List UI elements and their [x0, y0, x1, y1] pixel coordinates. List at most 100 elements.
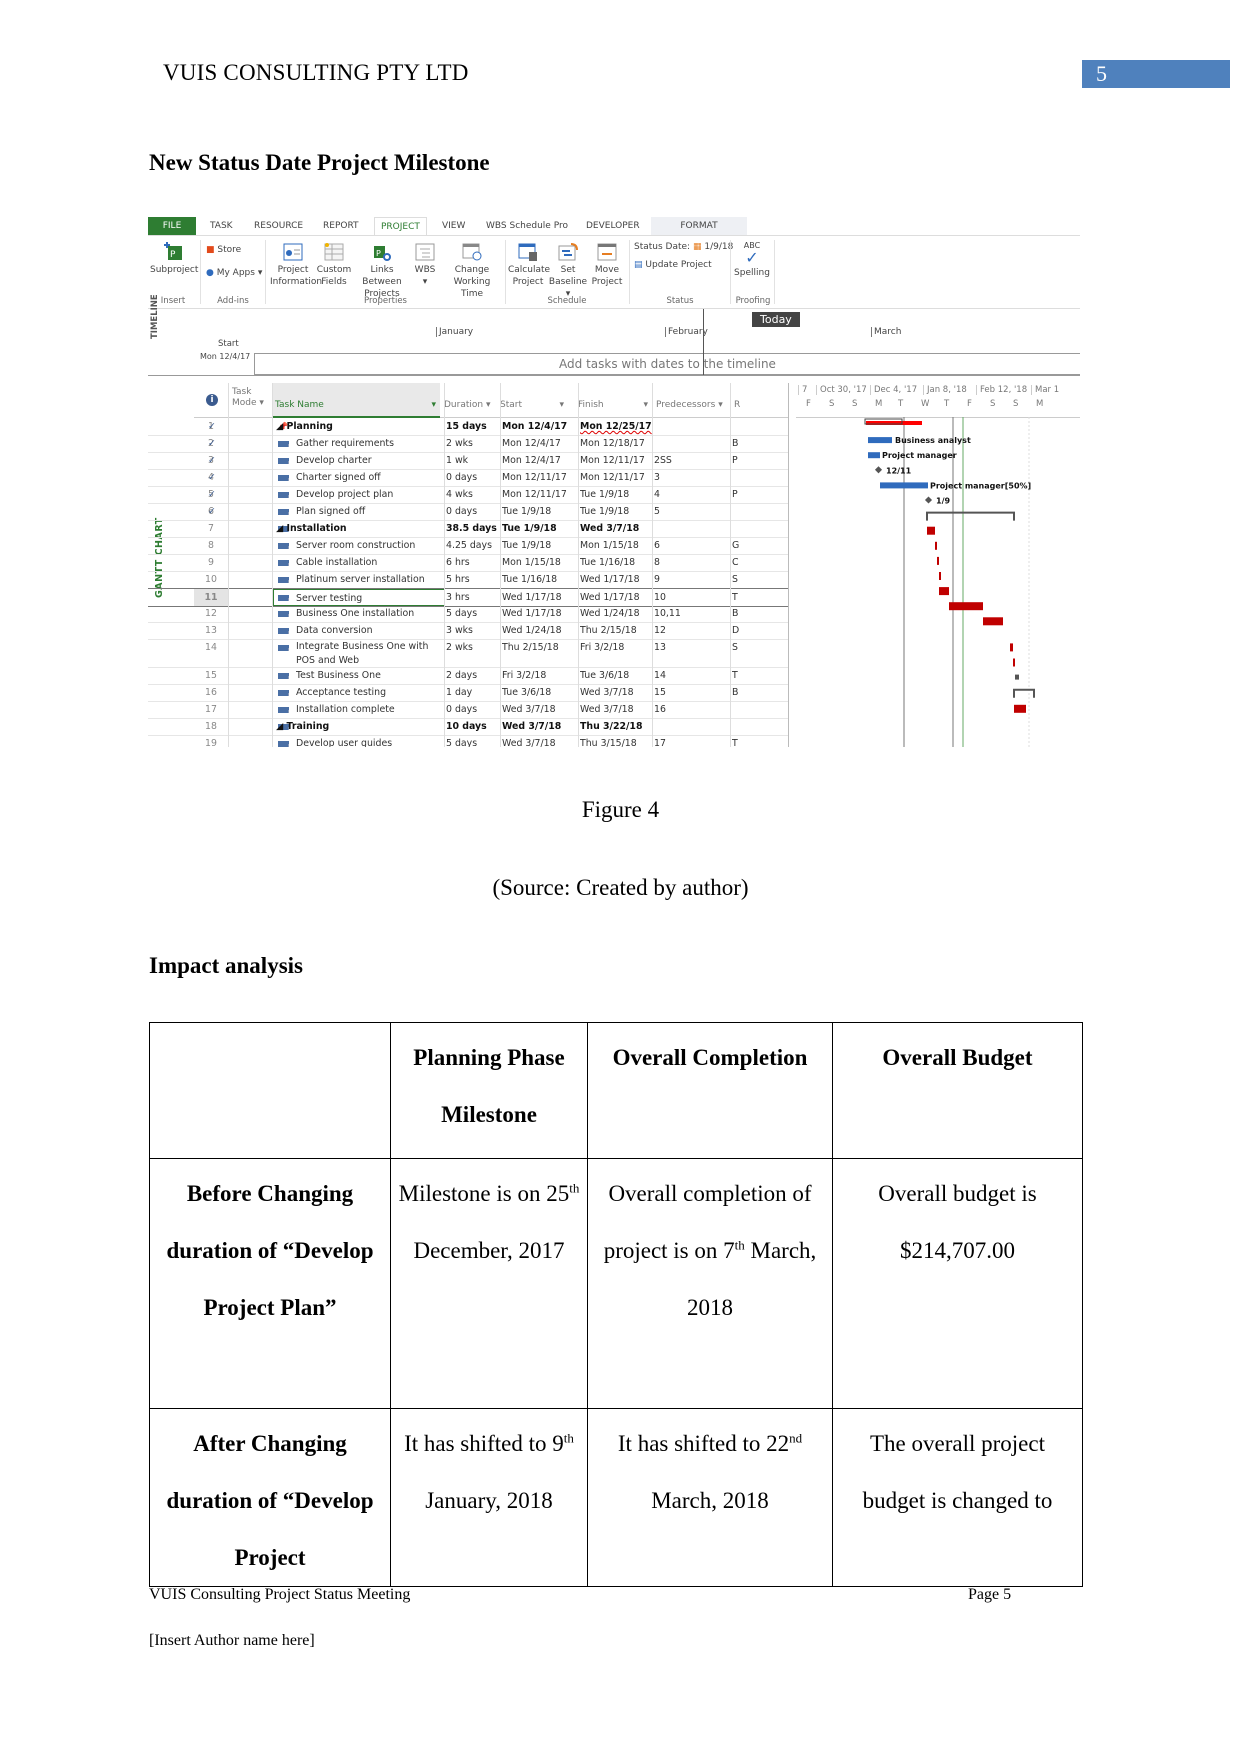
table-row[interactable]: 4 ✓ Charter signed off 0 days Mon 12/11/17 Mo… [148, 469, 788, 487]
col-resource[interactable]: R [734, 400, 740, 410]
task-finish: Wed 3/7/18 [580, 523, 640, 534]
table-row[interactable]: 19 Develop user guides 5 days Wed 3/7/18 Thu… [148, 735, 788, 747]
task-name: Data conversion [296, 625, 373, 636]
table-row[interactable]: 16 Acceptance testing 1 day Tue 3/6/18 Wed 3… [148, 684, 788, 702]
table-row: After Changing duration of “Develop Proj… [149, 1408, 1083, 1587]
task-duration: 2 wks [446, 438, 473, 449]
store-button[interactable]: ■ Store [206, 244, 241, 256]
col-task-name[interactable]: Task Name ▾ [272, 383, 440, 418]
task-duration: 15 days [446, 421, 487, 432]
table-row[interactable]: 14 Integrate Business One with POS and We… [148, 639, 788, 668]
task-duration: 5 days [446, 608, 478, 619]
timeline-placeholder[interactable]: Add tasks with dates to the timeline [254, 353, 1080, 375]
row-label-after: After Changing duration of “Develop Proj… [149, 1408, 391, 1587]
tab-developer[interactable]: DEVELOPER [586, 217, 640, 235]
row-number: 16 [205, 687, 217, 698]
budget-before: Overall budget is $214,707.00 [832, 1158, 1083, 1409]
col-task-mode[interactable]: Task Mode ▾ [232, 387, 264, 409]
table-row[interactable]: 10 Platinum server installation 5 hrs Tue 1… [148, 571, 788, 589]
task-finish: Fri 3/2/18 [580, 642, 625, 653]
apps-icon: ● [206, 268, 214, 278]
task-resource-initial [732, 503, 746, 520]
task-duration: 5 hrs [446, 574, 470, 585]
table-row[interactable]: 12 Business One installation 5 days Wed 1/1… [148, 605, 788, 623]
table-row[interactable]: 15 Test Business One 2 days Fri 3/2/18 Tue 3… [148, 667, 788, 685]
status-date-field[interactable]: Status Date: ▦ 1/9/18 [634, 241, 733, 253]
table-row[interactable]: 17 Installation complete 0 days Wed 3/7/18 W… [148, 701, 788, 719]
tab-format[interactable]: FORMAT [651, 217, 747, 235]
svg-text:P: P [170, 250, 176, 260]
task-resource-initial: B [732, 687, 739, 698]
col-start[interactable]: Start ▾ [500, 400, 564, 410]
ribbon: P Subproject ■ Store ● My Apps ▾ Project… [148, 235, 1080, 309]
task-name: Platinum server installation [296, 574, 425, 585]
table-row[interactable]: 6 ✓ Plan signed off 0 days Tue 1/9/18 Tue 1/9… [148, 503, 788, 521]
task-name: Develop user guides [296, 738, 393, 747]
change-working-time-button[interactable]: Change Working Time [442, 242, 502, 300]
custom-fields-button[interactable]: Custom Fields [316, 242, 352, 288]
tab-resource[interactable]: RESOURCE [254, 217, 303, 235]
table-row[interactable]: 18 ◢ Training 10 days Wed 3/7/18 Thu 3/22/18 [148, 718, 788, 736]
table-row[interactable]: 7 ◢ Installation 38.5 days Tue 1/9/18 Wed 3/… [148, 520, 788, 538]
task-bar-develop-project-plan [880, 482, 928, 489]
table-row[interactable]: 5 ✓ Develop project plan 4 wks Mon 12/11/17 T… [148, 486, 788, 504]
task-start: Mon 12/11/17 [502, 472, 567, 483]
bar-label: Business analyst [895, 436, 971, 445]
today-marker: Today [752, 312, 800, 327]
header-empty [149, 1022, 391, 1159]
subproject-button[interactable]: P Subproject [150, 242, 198, 276]
task-name: Cable installation [296, 557, 378, 568]
figure-source: (Source: Created by author) [492, 875, 749, 900]
task-name: ◢ Planning [276, 421, 333, 432]
task-duration: 5 days [446, 738, 478, 747]
timescale-week-label: Oct 30, '17 [816, 385, 867, 395]
task-duration: 3 hrs [446, 592, 470, 603]
today-line [703, 309, 704, 375]
table-row[interactable]: 1 ✓ 📌 ◢ Planning 15 days Mon 12/4/17 Mon 12/25… [148, 418, 788, 436]
my-apps-button[interactable]: ● My Apps ▾ [206, 267, 262, 279]
task-start: Mon 12/4/17 [502, 438, 561, 449]
update-project-button[interactable]: ▤ Update Project [634, 259, 712, 271]
auto-schedule-icon [278, 571, 289, 588]
task-duration: 0 days [446, 704, 478, 715]
set-baseline-button[interactable]: Set Baseline ▾ [548, 242, 588, 300]
col-duration[interactable]: Duration ▾ [444, 400, 490, 410]
links-between-projects-button[interactable]: P Links Between Projects [352, 242, 412, 300]
wbs-button[interactable]: WBS ▾ [412, 242, 438, 288]
task-name: ◢ Installation [276, 523, 347, 534]
row-number: 11 [194, 589, 228, 606]
task-name: Server room construction [296, 540, 416, 551]
task-finish: Wed 1/24/18 [580, 608, 640, 619]
tab-report[interactable]: REPORT [323, 217, 359, 235]
move-project-button[interactable]: Move Project [588, 242, 626, 288]
timescale-week-label: Dec 4, '17 [870, 385, 917, 395]
table-row[interactable]: 8 Server room construction 4.25 days Tue 1/… [148, 537, 788, 555]
calculate-project-button[interactable]: Calculate Project [508, 242, 550, 288]
tab-file[interactable]: FILE [148, 217, 196, 235]
task-resource-initial: S [732, 574, 738, 585]
info-column-icon[interactable]: i [206, 394, 218, 406]
tab-task[interactable]: TASK [210, 217, 233, 235]
task-resource-initial: T [732, 592, 738, 603]
table-row[interactable]: 9 Cable installation 6 hrs Mon 1/15/18 Tue 1… [148, 554, 788, 572]
spelling-button[interactable]: ABC ✓ Spelling [734, 240, 770, 279]
task-predecessors: 15 [654, 687, 666, 698]
timeline-pane[interactable]: TIMELINE January February March Start Mo… [148, 294, 1080, 376]
col-finish[interactable]: Finish ▾ [578, 400, 648, 410]
table-header-row: Planning Phase Milestone Overall Complet… [149, 1022, 1083, 1159]
timeline-start-label: Start [218, 339, 239, 349]
impact-analysis-title: Impact analysis [149, 953, 303, 978]
table-row[interactable]: 2 ✓ Gather requirements 2 wks Mon 12/4/17 Mon… [148, 435, 788, 453]
gantt-chart-pane[interactable]: 7 Oct 30, '17 Dec 4, '17 Jan 8, '18 Feb 12, … [796, 383, 1080, 747]
table-row[interactable]: 3 ✓ Develop charter 1 wk Mon 12/4/17 Mon 12/1… [148, 452, 788, 470]
tab-project[interactable]: PROJECT [374, 217, 427, 236]
task-bar-develop-charter [868, 452, 880, 459]
tab-view[interactable]: VIEW [442, 217, 465, 235]
task-start: Wed 1/17/18 [502, 592, 562, 603]
tab-wbs-schedule-pro[interactable]: WBS Schedule Pro [486, 217, 568, 235]
task-predecessors: 16 [654, 704, 666, 715]
table-row[interactable]: 13 Data conversion 3 wks Wed 1/24/18 Thu 2/1… [148, 622, 788, 640]
col-predecessors[interactable]: Predecessors ▾ [656, 400, 723, 410]
project-information-button[interactable]: Project Information [270, 242, 322, 288]
task-duration: 0 days [446, 506, 478, 517]
